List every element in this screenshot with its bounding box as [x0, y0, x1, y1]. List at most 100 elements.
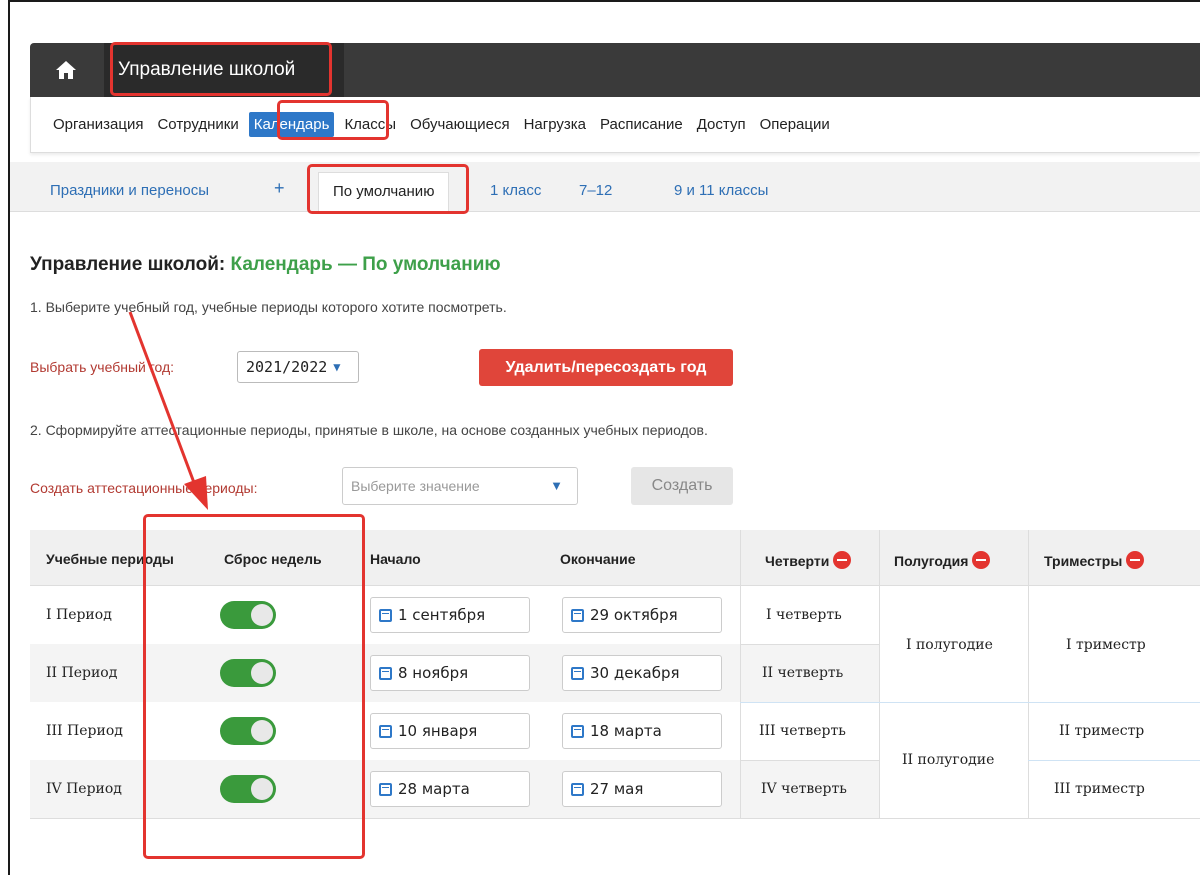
- reset-weeks-toggle[interactable]: [220, 659, 276, 687]
- quarter-name: II четверть: [762, 665, 844, 681]
- step-1-text: 1. Выберите учебный год, учебные периоды…: [30, 299, 507, 315]
- year-select[interactable]: 2021/2022 ▼: [237, 351, 359, 383]
- attestation-period-select[interactable]: Выберите значение ▼: [342, 467, 578, 505]
- header-start: Начало: [370, 551, 421, 567]
- row-divider: [740, 702, 1200, 703]
- page-title-prefix: Управление школой:: [30, 254, 226, 275]
- quarter-name: III четверть: [759, 723, 846, 739]
- end-date-input[interactable]: 27 мая: [562, 771, 722, 807]
- header-trimesters: Триместры: [1044, 551, 1145, 569]
- end-date-value: 27 мая: [590, 780, 644, 798]
- chevron-down-icon: ▼: [550, 478, 563, 493]
- start-date-input[interactable]: 28 марта: [370, 771, 530, 807]
- end-date-value: 18 марта: [590, 722, 662, 740]
- menu-item-access[interactable]: Доступ: [693, 111, 750, 138]
- tab-holidays[interactable]: Праздники и переносы: [50, 182, 209, 199]
- tab-class-9-11[interactable]: 9 и 11 классы: [674, 182, 768, 199]
- header-quarters: Четверти: [765, 551, 852, 569]
- menu-item-operations[interactable]: Операции: [756, 111, 834, 138]
- calendar-icon: [571, 608, 584, 622]
- calendar-icon: [571, 782, 584, 796]
- table-bottom-border: [30, 818, 1200, 819]
- reset-weeks-toggle[interactable]: [220, 601, 276, 629]
- period-name: III Период: [46, 723, 123, 739]
- page-title-suffix: Календарь — По умолчанию: [230, 254, 501, 275]
- header-halves: Полугодия: [894, 551, 991, 569]
- column-divider: [1028, 530, 1029, 818]
- end-date-value: 30 декабря: [590, 664, 680, 682]
- app-title: Управление школой: [118, 59, 296, 80]
- tab-add-button[interactable]: +: [274, 178, 285, 199]
- half-year-name: II полугодие: [902, 752, 995, 768]
- tab-class-1[interactable]: 1 класс: [490, 182, 541, 199]
- row-divider: [1028, 760, 1200, 761]
- header-reset-weeks: Сброс недель: [224, 551, 322, 567]
- calendar-icon: [379, 666, 392, 680]
- calendar-icon: [379, 608, 392, 622]
- calendar-icon: [379, 782, 392, 796]
- calendar-icon: [379, 724, 392, 738]
- menu-item-classes[interactable]: Классы: [340, 111, 400, 138]
- start-date-input[interactable]: 10 января: [370, 713, 530, 749]
- step-2-text: 2. Сформируйте аттестационные периоды, п…: [30, 422, 708, 438]
- periods-table: Учебные периоды Сброс недель Начало Окон…: [30, 530, 1200, 820]
- end-date-value: 29 октября: [590, 606, 678, 624]
- column-divider: [740, 530, 741, 818]
- remove-quarters-icon[interactable]: [833, 551, 852, 569]
- header-end: Окончание: [560, 551, 636, 567]
- header-halves-label: Полугодия: [894, 553, 969, 569]
- start-date-value: 8 ноября: [398, 664, 469, 682]
- tab-class-7-12[interactable]: 7–12: [579, 182, 612, 199]
- row-divider: [740, 760, 879, 761]
- reset-weeks-toggle[interactable]: [220, 717, 276, 745]
- remove-trimesters-icon[interactable]: [1126, 551, 1145, 569]
- menu-item-students[interactable]: Обучающиеся: [406, 111, 514, 138]
- create-button[interactable]: Создать: [631, 467, 733, 505]
- end-date-input[interactable]: 29 октября: [562, 597, 722, 633]
- create-periods-label: Создать аттестационные периоды:: [30, 480, 258, 496]
- start-date-value: 28 марта: [398, 780, 470, 798]
- app-title-block[interactable]: Управление школой: [104, 43, 344, 97]
- header-trimesters-label: Триместры: [1044, 553, 1123, 569]
- menu-item-load[interactable]: Нагрузка: [520, 111, 590, 138]
- period-name: II Период: [46, 665, 118, 681]
- delete-recreate-year-button[interactable]: Удалить/пересоздать год: [479, 349, 733, 386]
- start-date-value: 1 сентября: [398, 606, 486, 624]
- main-menu: Организация Сотрудники Календарь Классы …: [30, 97, 1200, 153]
- reset-weeks-toggle[interactable]: [220, 775, 276, 803]
- remove-halves-icon[interactable]: [972, 551, 991, 569]
- menu-item-staff[interactable]: Сотрудники: [153, 111, 242, 138]
- calendar-tabs: Праздники и переносы + По умолчанию 1 кл…: [10, 162, 1200, 213]
- year-select-value: 2021/2022: [246, 358, 328, 376]
- quarter-name: I четверть: [766, 607, 842, 623]
- period-name: I Период: [46, 607, 112, 623]
- menu-item-organization[interactable]: Организация: [49, 111, 147, 138]
- tab-default[interactable]: По умолчанию: [318, 172, 450, 213]
- quarter-name: IV четверть: [761, 781, 847, 797]
- start-date-input[interactable]: 8 ноября: [370, 655, 530, 691]
- trimester-name: I триместр: [1066, 637, 1146, 653]
- window-border-left: [8, 0, 10, 875]
- header-quarters-label: Четверти: [765, 553, 830, 569]
- header-periods: Учебные периоды: [46, 551, 174, 567]
- period-select-placeholder: Выберите значение: [351, 478, 480, 494]
- end-date-input[interactable]: 18 марта: [562, 713, 722, 749]
- calendar-icon: [571, 666, 584, 680]
- page-title: Управление школой: Календарь — По умолча…: [30, 254, 501, 276]
- trimester-name: II триместр: [1059, 723, 1145, 739]
- window-border-top: [8, 0, 1200, 2]
- table-header: Учебные периоды Сброс недель Начало Окон…: [30, 530, 1200, 586]
- chevron-down-icon: ▼: [333, 360, 341, 374]
- year-label: Выбрать учебный год:: [30, 359, 175, 375]
- menu-item-schedule[interactable]: Расписание: [596, 111, 687, 138]
- home-button[interactable]: [30, 43, 102, 97]
- end-date-input[interactable]: 30 декабря: [562, 655, 722, 691]
- home-icon: [56, 61, 76, 79]
- period-name: IV Период: [46, 781, 122, 797]
- half-year-name: I полугодие: [906, 637, 993, 653]
- top-navbar: Управление школой: [30, 43, 1200, 97]
- start-date-input[interactable]: 1 сентября: [370, 597, 530, 633]
- start-date-value: 10 января: [398, 722, 478, 740]
- column-divider: [879, 530, 880, 818]
- menu-item-calendar[interactable]: Календарь: [248, 112, 335, 137]
